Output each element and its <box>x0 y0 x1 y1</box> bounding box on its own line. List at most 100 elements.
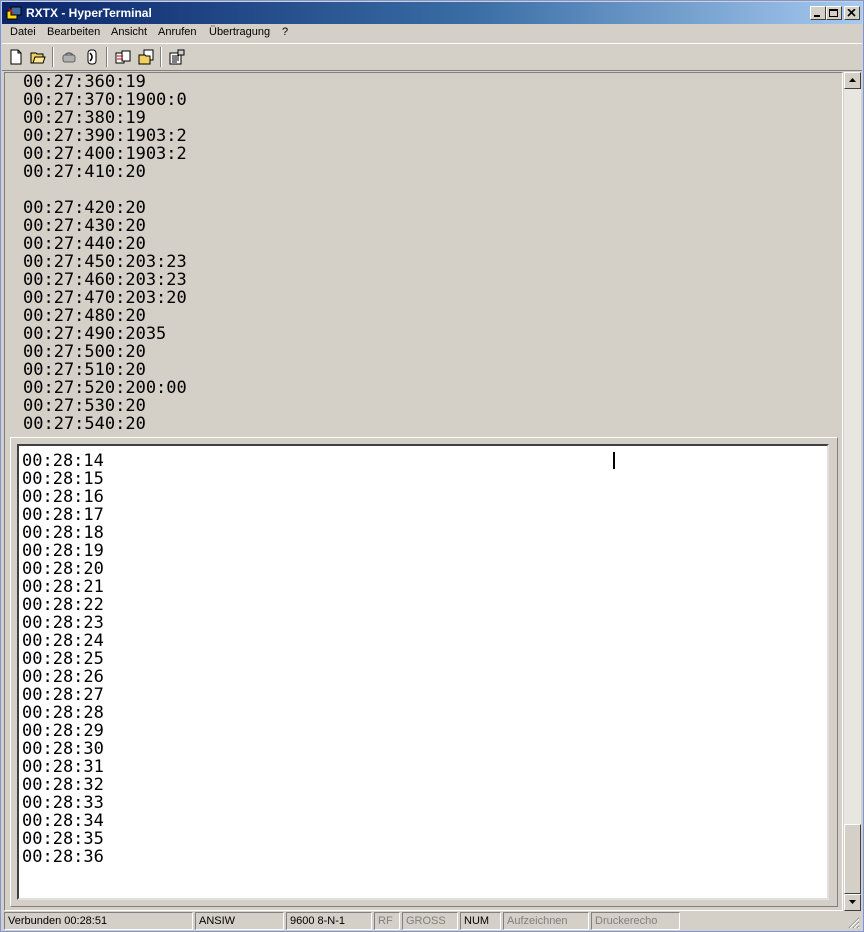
terminal-line: 00:28:23 <box>22 613 104 633</box>
terminal-line: 00:27:480:20 <box>23 306 146 326</box>
terminal-line: 00:28:29 <box>22 721 104 741</box>
terminal-line: 00:27:510:20 <box>23 360 146 380</box>
disconnect-button[interactable] <box>81 46 103 68</box>
terminal-line: 00:27:380:19 <box>23 108 146 128</box>
menu-help[interactable]: ? <box>282 26 288 38</box>
terminal-screen[interactable]: 00:28:14 00:28:15 00:28:16 00:28:17 00:28:18… <box>17 444 829 900</box>
terminal-line: 00:28:33 <box>22 793 104 813</box>
vertical-scrollbar[interactable] <box>844 72 861 911</box>
receive-icon <box>138 49 154 65</box>
terminal-line: 00:28:26 <box>22 667 104 687</box>
send-button[interactable] <box>112 46 134 68</box>
properties-icon <box>169 49 185 65</box>
terminal-line: 00:28:30 <box>22 739 104 759</box>
scrollback-buffer: 00:27:360:19 00:27:370:1900:0 00:27:380:19… <box>5 73 842 437</box>
scrollback-lines: 00:27:360:19 00:27:370:1900:0 00:27:380:19… <box>23 73 187 433</box>
status-print-echo: Druckerecho <box>591 912 680 930</box>
maximize-icon <box>829 9 838 17</box>
terminal-line: 00:28:17 <box>22 505 104 525</box>
status-connection: Verbunden 00:28:51 <box>4 912 193 930</box>
terminal-line: 00:28:35 <box>22 829 104 849</box>
text-cursor <box>613 452 615 469</box>
status-rf: RF <box>374 912 400 930</box>
status-port-settings: 9600 8-N-1 <box>286 912 372 930</box>
terminal-line: 00:27:420:20 <box>23 198 146 218</box>
terminal-line: 00:27:540:20 <box>23 414 146 434</box>
menu-bearbeiten[interactable]: Bearbeiten <box>47 26 100 38</box>
terminal-line: 00:27:520:200:00 <box>23 378 187 398</box>
resize-grip-icon[interactable] <box>846 915 860 929</box>
terminal-line: 00:27:400:1903:2 <box>23 144 187 164</box>
terminal-area[interactable]: 00:27:360:19 00:27:370:1900:0 00:27:380:19… <box>4 72 843 911</box>
terminal-line: 00:28:16 <box>22 487 104 507</box>
call-button[interactable] <box>58 46 80 68</box>
menu-ansicht[interactable]: Ansicht <box>111 26 147 38</box>
menu-datei[interactable]: Datei <box>10 26 36 38</box>
status-bar: Verbunden 00:28:51 ANSIW 9600 8-N-1 RF G… <box>2 911 862 931</box>
terminal-line: 00:28:34 <box>22 811 104 831</box>
status-capture: Aufzeichnen <box>503 912 589 930</box>
minimize-icon <box>814 15 820 17</box>
toolbar-separator <box>160 47 162 67</box>
terminal-line: 00:27:450:203:23 <box>23 252 187 272</box>
scroll-down-button[interactable] <box>844 894 861 911</box>
terminal-line: 00:28:27 <box>22 685 104 705</box>
status-caps: GROSS <box>402 912 458 930</box>
terminal-line: 00:28:20 <box>22 559 104 579</box>
terminal-line: 00:27:430:20 <box>23 216 146 236</box>
terminal-line: 00:28:24 <box>22 631 104 651</box>
terminal-line: 00:27:460:203:23 <box>23 270 187 290</box>
terminal-line: 00:28:22 <box>22 595 104 615</box>
terminal-line: 00:28:18 <box>22 523 104 543</box>
new-icon <box>10 49 22 65</box>
terminal-line: 00:28:31 <box>22 757 104 777</box>
minimize-button[interactable] <box>810 6 826 20</box>
terminal-line: 00:27:490:2035 <box>23 324 167 344</box>
terminal-line: 00:27:470:203:20 <box>23 288 187 308</box>
status-num: NUM <box>460 912 501 930</box>
terminal-line: 00:28:36 <box>22 847 104 867</box>
menu-uebertragung[interactable]: Übertragung <box>209 26 270 38</box>
terminal-line: 00:28:14 <box>22 451 104 471</box>
new-button[interactable] <box>5 46 27 68</box>
toolbar-separator <box>52 47 54 67</box>
arrow-up-icon <box>849 78 856 82</box>
hyperterminal-window: RXTX - HyperTerminal Datei Bearbeiten An… <box>0 0 864 932</box>
terminal-line: 00:28:19 <box>22 541 104 561</box>
terminal-line: 00:28:21 <box>22 577 104 597</box>
toolbar <box>2 43 862 71</box>
title-bar[interactable]: RXTX - HyperTerminal <box>2 2 862 24</box>
terminal-line: 00:27:530:20 <box>23 396 146 416</box>
screen-lines: 00:28:14 00:28:15 00:28:16 00:28:17 00:28:18… <box>22 452 104 866</box>
scrollbar-thumb[interactable] <box>844 824 861 894</box>
menu-anrufen[interactable]: Anrufen <box>158 26 197 38</box>
menu-bar: Datei Bearbeiten Ansicht Anrufen Übertra… <box>2 24 862 42</box>
terminal-line: 00:28:32 <box>22 775 104 795</box>
maximize-button[interactable] <box>826 6 842 20</box>
receive-button[interactable] <box>135 46 157 68</box>
window-title: RXTX - HyperTerminal <box>26 6 152 20</box>
toolbar-separator <box>106 47 108 67</box>
scroll-up-button[interactable] <box>844 72 861 89</box>
terminal-line: 00:27:500:20 <box>23 342 146 362</box>
send-icon <box>115 50 131 64</box>
status-emulation: ANSIW <box>195 912 284 930</box>
open-icon <box>30 52 46 64</box>
terminal-line: 00:27:360:19 <box>23 72 146 92</box>
call-icon <box>62 52 76 63</box>
properties-button[interactable] <box>166 46 188 68</box>
terminal-line: 00:27:370:1900:0 <box>23 90 187 110</box>
terminal-screen-frame: 00:28:14 00:28:15 00:28:16 00:28:17 00:28:18… <box>10 437 838 907</box>
close-icon <box>847 9 856 17</box>
terminal-line: 00:27:440:20 <box>23 234 146 254</box>
terminal-line: 00:27:410:20 <box>23 162 146 182</box>
open-button[interactable] <box>27 46 49 68</box>
terminal-line: 00:28:28 <box>22 703 104 723</box>
arrow-down-icon <box>849 900 856 904</box>
hyperterminal-icon[interactable] <box>6 5 22 21</box>
terminal-line: 00:27:390:1903:2 <box>23 126 187 146</box>
close-button[interactable] <box>844 6 860 20</box>
terminal-line: 00:28:15 <box>22 469 104 489</box>
terminal-line: 00:28:25 <box>22 649 104 669</box>
